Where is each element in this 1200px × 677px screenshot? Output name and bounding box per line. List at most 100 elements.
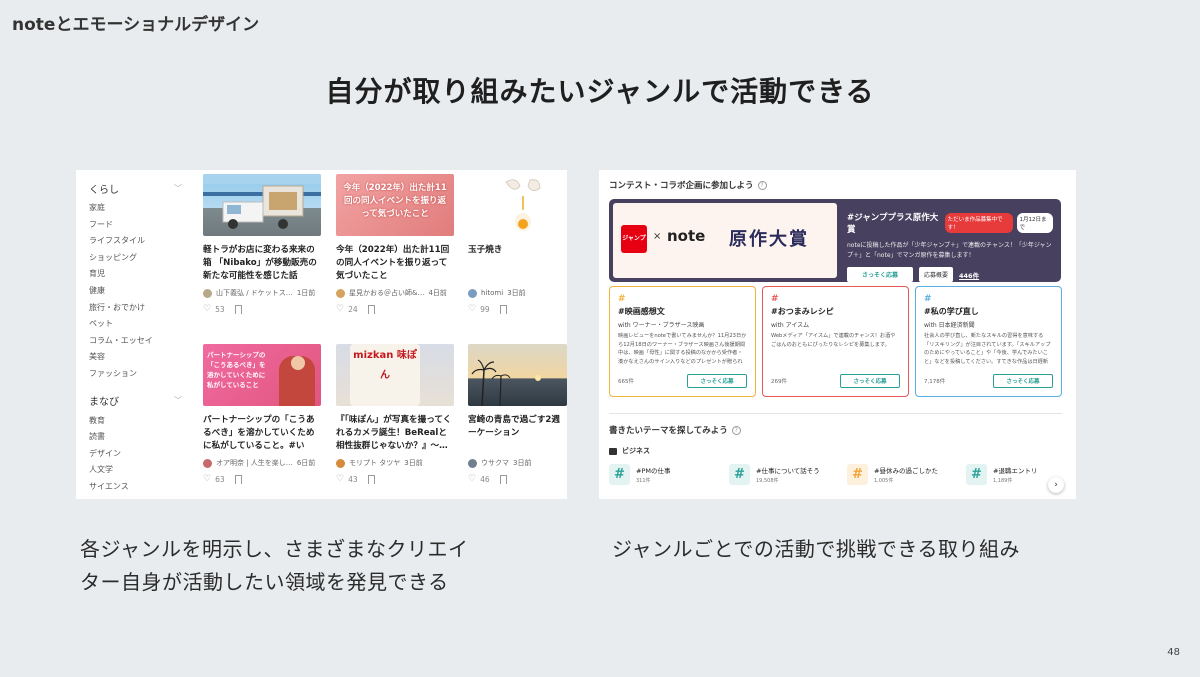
- contest-title: #私の学び直し: [924, 307, 979, 316]
- bookmark-icon[interactable]: [499, 474, 507, 484]
- contest-count: 269件: [771, 379, 787, 385]
- chevron-down-icon: ﹀: [174, 183, 182, 193]
- article-card[interactable]: パートナーシップの「こうあるべき」を溶かしていくために私がしていること パートナ…: [203, 344, 321, 484]
- slide-title: 自分が取り組みたいジャンルで活動できる: [325, 75, 875, 108]
- article-card[interactable]: 今年（2022年）出た計11回の同人イベントを振り返って気づいたこと 今年（20…: [336, 174, 454, 314]
- left-screenshot-panel: くらし ﹀ 家庭 フード ライフスタイル ショッピング 育児 健康 旅行・おでかけ ペット コラ…: [76, 170, 567, 499]
- article-thumbnail: [468, 344, 567, 406]
- sidebar-item[interactable]: 家庭: [89, 200, 194, 217]
- apply-button[interactable]: さっそく応募: [993, 374, 1053, 388]
- banner-description: noteに投稿した作品が「少年ジャンプ＋」で連載のチャンス！「少年ジャンプ＋」と…: [847, 242, 1052, 259]
- sidebar-item[interactable]: 読書: [89, 429, 194, 446]
- sidebar-group-manabi[interactable]: まなび ﹀: [89, 393, 194, 409]
- apply-button[interactable]: さっそく応募: [840, 374, 900, 388]
- status-badge: ただいま作品募集中です！: [944, 213, 1013, 233]
- like-count: 53: [215, 304, 225, 314]
- sidebar-item[interactable]: 健康: [89, 283, 194, 300]
- theme-item[interactable]: # #昼休みの過ごしかた 1,005件: [847, 464, 938, 485]
- avatar: [468, 458, 477, 468]
- chevron-right-icon[interactable]: ›: [1048, 477, 1064, 493]
- theme-label: #PMの仕事: [636, 467, 671, 475]
- article-card[interactable]: 宮崎の青島で過ごす2週ーケーション ウサクマ 3日前 ♡ 46: [468, 344, 567, 484]
- like-count: 99: [480, 304, 490, 314]
- left-caption-line2: ター自身が活動したい領域を発見できる: [80, 570, 449, 594]
- jump-logo: ジャンプ: [621, 225, 647, 253]
- hash-icon: #: [966, 464, 987, 485]
- contest-count: 665件: [618, 379, 634, 385]
- hash-icon: #: [847, 464, 868, 485]
- sidebar-group-label: くらし: [89, 184, 119, 196]
- bookmark-icon[interactable]: [234, 474, 242, 484]
- guide-button[interactable]: 応募概要: [919, 267, 954, 282]
- like-count: 46: [480, 474, 490, 484]
- article-author: 山下義弘 / ドケットス… 1日前: [203, 288, 321, 298]
- heart-icon[interactable]: ♡: [468, 474, 476, 484]
- article-card[interactable]: mizkan 味ぽん 『「味ぽん」が写真を撮ってくれるカメラ誕生！BeRealと…: [336, 344, 454, 484]
- right-caption: ジャンルごとでの活動で挑戦できる取り組み: [612, 537, 1020, 561]
- bookmark-icon[interactable]: [499, 304, 507, 314]
- slide-header: noteとエモーショナルデザイン: [12, 15, 260, 35]
- sidebar-item[interactable]: フード: [89, 217, 194, 234]
- author-name: オア明奈 | 人生を楽し…: [216, 459, 293, 467]
- article-title: 『「味ぽん」が写真を撮ってくれるカメラ誕生！BeRealと相性抜群じゃないか？』…: [336, 415, 452, 451]
- apply-button[interactable]: さっそく応募: [847, 267, 913, 282]
- help-icon[interactable]: ?: [731, 425, 741, 435]
- sidebar-item[interactable]: ショッピング: [89, 250, 194, 267]
- article-stats: ♡ 46: [468, 474, 567, 484]
- theme-count: 1,189件: [993, 478, 1013, 484]
- sidebar-group-kurashi[interactable]: くらし ﹀: [89, 180, 194, 196]
- article-card[interactable]: 軽トラがお店に変わる来来の箱 「Nibako」が移動販売の新たな可能性を感じた話…: [203, 174, 321, 314]
- featured-contest-banner[interactable]: ジャンプ × note 原作大賞 #ジャンププラス原作大賞 ただいま作品募集中で…: [609, 199, 1061, 282]
- theme-item[interactable]: # #退職エントリ 1,189件: [966, 464, 1037, 485]
- entry-count-link[interactable]: 446件: [959, 270, 979, 280]
- sidebar-item[interactable]: 教育: [89, 413, 194, 430]
- avatar: [203, 458, 212, 468]
- sidebar-item[interactable]: 美容: [89, 349, 194, 366]
- heart-icon[interactable]: ♡: [336, 304, 344, 314]
- thumbnail-caption: 今年（2022年）出た計11回の同人イベントを振り返って気づいたこと: [343, 183, 447, 219]
- article-title: 今年（2022年）出た計11回の同人イベントを振り返って気づいたこと: [336, 245, 450, 281]
- sidebar-item[interactable]: 人文学: [89, 462, 194, 479]
- banner-content: #ジャンププラス原作大賞 ただいま作品募集中です！ 1月12日まで noteに投…: [847, 211, 1053, 282]
- sidebar-group-label: まなび: [89, 397, 119, 409]
- contest-card-otsumami[interactable]: # #おつまみレシピ with アイスム Webメディア「アイスム」で連載のチャ…: [762, 286, 909, 397]
- contest-description: 社会人の学び直し、新たなスキルの習得を意味する「リスキリング」が注目されています…: [924, 333, 1051, 365]
- heart-icon[interactable]: ♡: [468, 304, 476, 314]
- theme-label: #昼休みの過ごしかた: [874, 467, 938, 475]
- article-card[interactable]: 玉子焼き hitomi 3日前 ♡ 99: [468, 174, 567, 314]
- sidebar-item[interactable]: ファッション: [89, 366, 194, 383]
- sidebar-item[interactable]: デザイン: [89, 446, 194, 463]
- bookmark-icon[interactable]: [367, 474, 375, 484]
- sidebar-item[interactable]: ペット: [89, 316, 194, 333]
- heart-icon[interactable]: ♡: [203, 304, 211, 314]
- apply-button[interactable]: さっそく応募: [687, 374, 747, 388]
- heart-icon[interactable]: ♡: [336, 474, 344, 484]
- contest-description: Webメディア「アイスム」で連載のチャンス！お酒やごはんのおともにぴったりなレシ…: [771, 333, 896, 348]
- article-stats: ♡ 43: [336, 474, 454, 484]
- help-icon[interactable]: ?: [757, 180, 767, 190]
- bookmark-icon[interactable]: [367, 304, 375, 314]
- theme-item[interactable]: # #仕事について話そう 19,508件: [729, 464, 820, 485]
- contest-heading: コンテスト・コラボ企画に参加しよう ?: [609, 179, 767, 191]
- sidebar-item[interactable]: 旅行・おでかけ: [89, 300, 194, 317]
- contest-card-eiga[interactable]: # #映画感想文 with ワーナー・ブラザース映画 映画レビューをnoteで書…: [609, 286, 756, 397]
- heart-icon[interactable]: ♡: [203, 474, 211, 484]
- avatar: [468, 288, 477, 298]
- contest-card-manabi[interactable]: # #私の学び直し with 日本経済新聞 社会人の学び直し、新たなスキルの習得…: [915, 286, 1062, 397]
- left-caption-line1: 各ジャンルを明示し、さまざまなクリエイ: [80, 537, 469, 561]
- theme-item[interactable]: # #PMの仕事 311件: [609, 464, 670, 485]
- sidebar-item[interactable]: コラム・エッセイ: [89, 333, 194, 350]
- right-screenshot-panel: コンテスト・コラボ企画に参加しよう ? ジャンプ × note 原作大賞 #ジャ…: [599, 170, 1076, 499]
- article-title: パートナーシップの「こうあるべき」を溶かしていくために私がしていること。#いい…: [203, 415, 315, 451]
- article-author: hitomi 3日前: [468, 288, 567, 298]
- like-count: 24: [348, 304, 358, 314]
- article-title: 軽トラがお店に変わる来来の箱 「Nibako」が移動販売の新たな可能性を感じた話: [203, 245, 317, 281]
- sidebar-item[interactable]: サイエンス: [89, 479, 194, 496]
- author-name: ウサクマ: [481, 459, 509, 467]
- author-name: モリプト タツヤ: [349, 459, 401, 467]
- article-thumbnail: mizkan 味ぽん: [336, 344, 454, 406]
- sidebar-item[interactable]: ライフスタイル: [89, 233, 194, 250]
- bookmark-icon[interactable]: [234, 304, 242, 314]
- sidebar-item[interactable]: 育児: [89, 266, 194, 283]
- article-author: モリプト タツヤ 3日前: [336, 458, 454, 468]
